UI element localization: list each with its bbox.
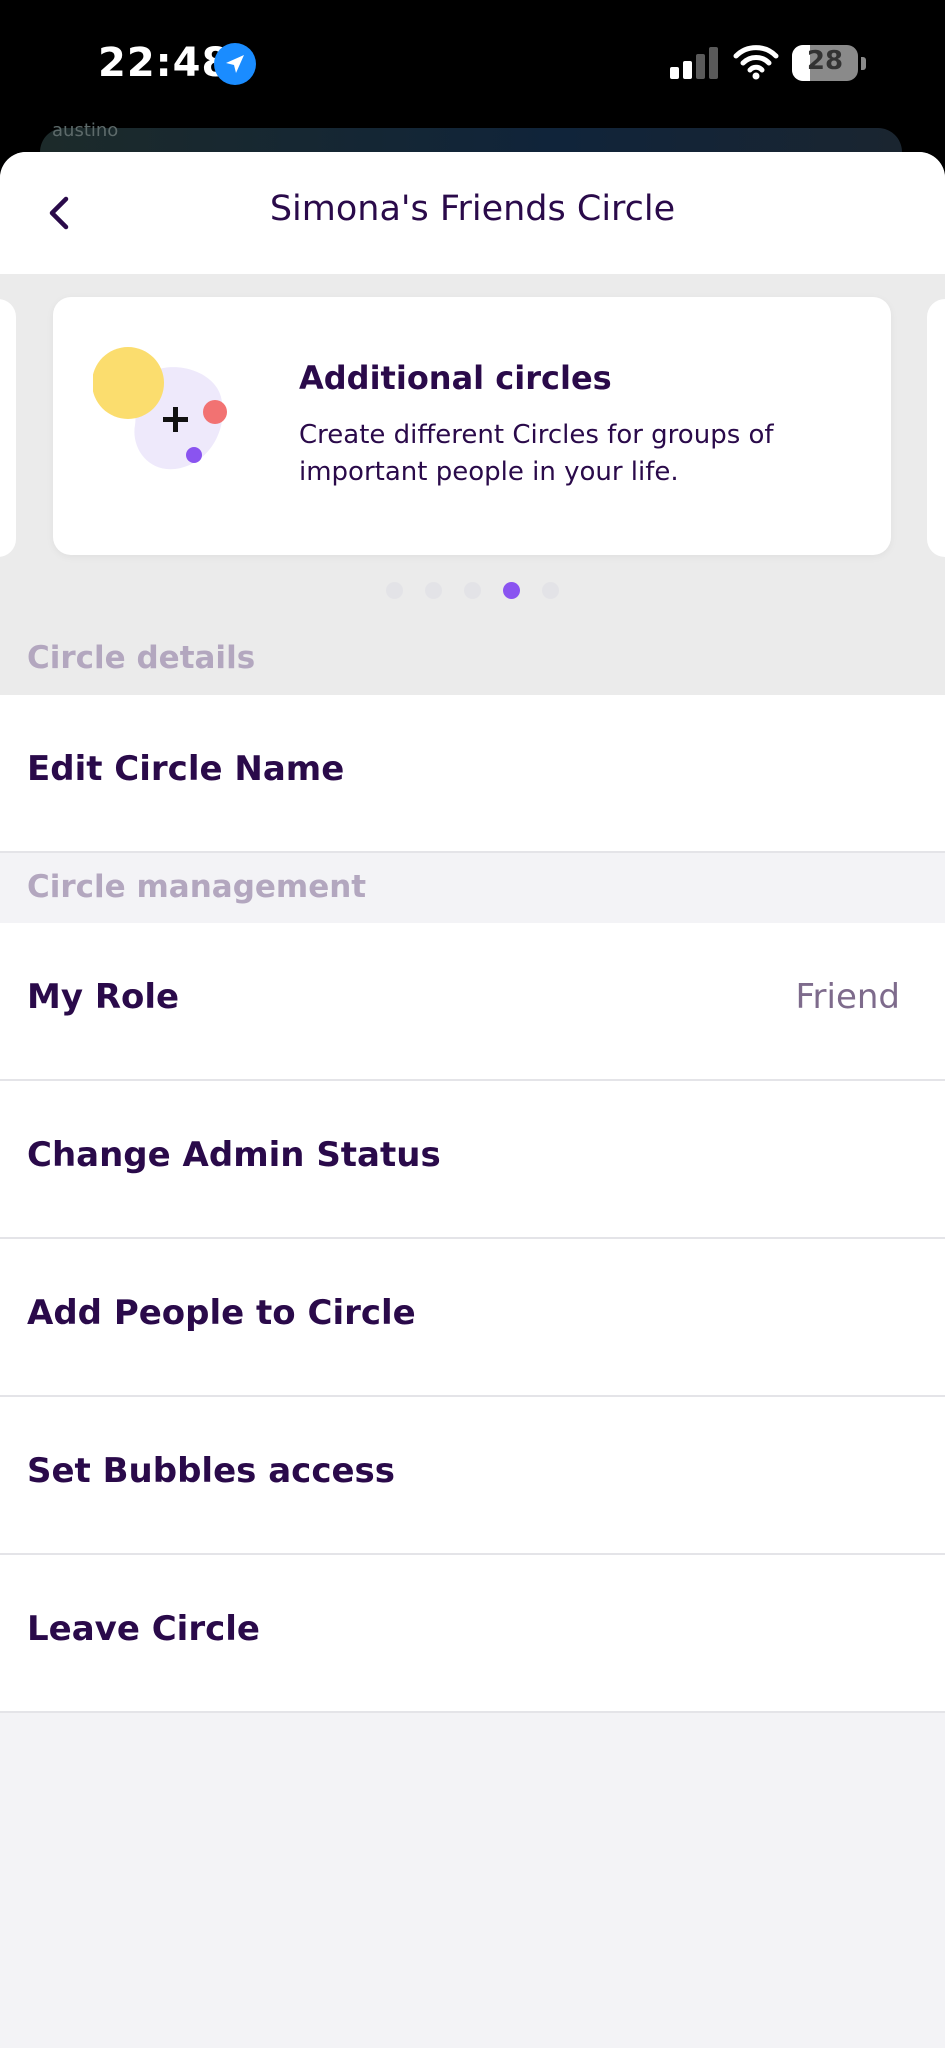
- header-bar: Simona's Friends Circle: [0, 152, 945, 274]
- page-title: Simona's Friends Circle: [269, 189, 676, 229]
- map-preview-label: austino: [52, 120, 119, 141]
- set-bubbles-access-label: Set Bubbles access: [27, 1451, 396, 1491]
- promo-card-next[interactable]: [927, 299, 945, 557]
- circle-settings-sheet: Simona's Friends Circle Additional circl…: [0, 152, 945, 2048]
- page-dot-1[interactable]: [386, 582, 403, 599]
- battery-icon: 28: [792, 45, 858, 81]
- promo-description: Create different Circles for groups of i…: [299, 420, 774, 487]
- status-time: 22:48: [98, 40, 231, 86]
- change-admin-status-label: Change Admin Status: [27, 1135, 441, 1175]
- battery-percent: 28: [806, 46, 844, 76]
- wifi-icon: [733, 45, 779, 80]
- my-role-row[interactable]: My Role Friend: [0, 923, 945, 1081]
- add-people-label: Add People to Circle: [27, 1293, 416, 1333]
- additional-circles-illustration: [93, 347, 227, 470]
- section-label-circle-management: Circle management: [27, 869, 367, 905]
- my-role-value: Friend: [795, 977, 900, 1017]
- page-dot-3[interactable]: [464, 582, 481, 599]
- edit-circle-name-label: Edit Circle Name: [27, 749, 345, 789]
- set-bubbles-access-row[interactable]: Set Bubbles access: [0, 1397, 945, 1555]
- promo-card[interactable]: Additional circles Create different Circ…: [53, 297, 891, 555]
- section-label-circle-details: Circle details: [27, 640, 256, 676]
- battery-nub: [861, 57, 866, 70]
- my-role-label: My Role: [27, 977, 180, 1017]
- location-arrow-icon: [214, 43, 256, 85]
- edit-circle-name-row[interactable]: Edit Circle Name: [0, 695, 945, 853]
- page-dot-5[interactable]: [542, 582, 559, 599]
- change-admin-status-row[interactable]: Change Admin Status: [0, 1081, 945, 1239]
- page-dot-2[interactable]: [425, 582, 442, 599]
- page-dot-4[interactable]: [503, 582, 520, 599]
- leave-circle-label: Leave Circle: [27, 1609, 260, 1649]
- promo-card-previous[interactable]: [0, 299, 16, 557]
- cellular-signal-icon: [670, 47, 718, 79]
- promo-title: Additional circles: [299, 359, 612, 397]
- add-people-row[interactable]: Add People to Circle: [0, 1239, 945, 1397]
- leave-circle-row[interactable]: Leave Circle: [0, 1555, 945, 1713]
